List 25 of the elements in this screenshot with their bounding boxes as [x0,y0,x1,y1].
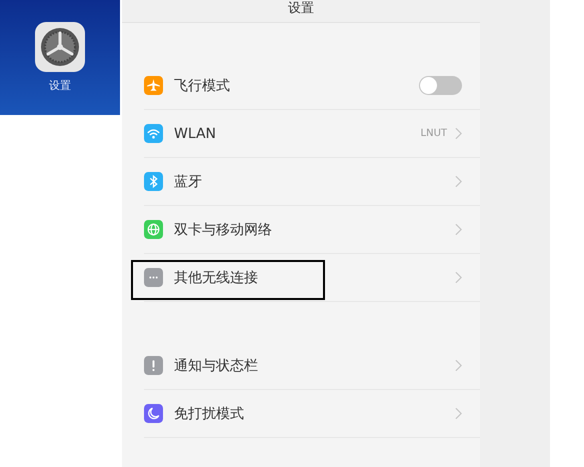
screen-title: 设置 [288,1,314,17]
chevron-right-icon [455,175,462,188]
setting-value: LNUT [420,128,447,139]
chevron-right-icon [455,127,462,140]
settings-app-icon[interactable] [35,22,85,72]
app-label: 设置 [49,78,71,93]
setting-label: WLAN [174,126,216,142]
setting-label: 免打扰模式 [174,404,244,422]
chevron-right-icon [455,271,462,284]
setting-label: 飞行模式 [174,76,230,94]
settings-row[interactable]: 其他无线连接 [144,254,480,302]
settings-row[interactable]: 蓝牙 [144,158,480,206]
settings-row[interactable]: 通知与状态栏 [144,342,480,390]
setting-label: 双卡与移动网络 [174,220,272,238]
chevron-right-icon [455,359,462,372]
setting-label: 蓝牙 [174,172,202,190]
settings-row[interactable]: WLAN LNUT [144,110,480,158]
chevron-right-icon [455,407,462,420]
settings-row[interactable]: 免打扰模式 [144,390,480,438]
toggle-switch[interactable] [419,76,462,95]
settings-row[interactable]: 飞行模式 [144,62,480,110]
settings-row[interactable]: 双卡与移动网络 [144,206,480,254]
setting-label: 通知与状态栏 [174,356,258,374]
setting-label: 其他无线连接 [174,268,258,286]
chevron-right-icon [455,223,462,236]
